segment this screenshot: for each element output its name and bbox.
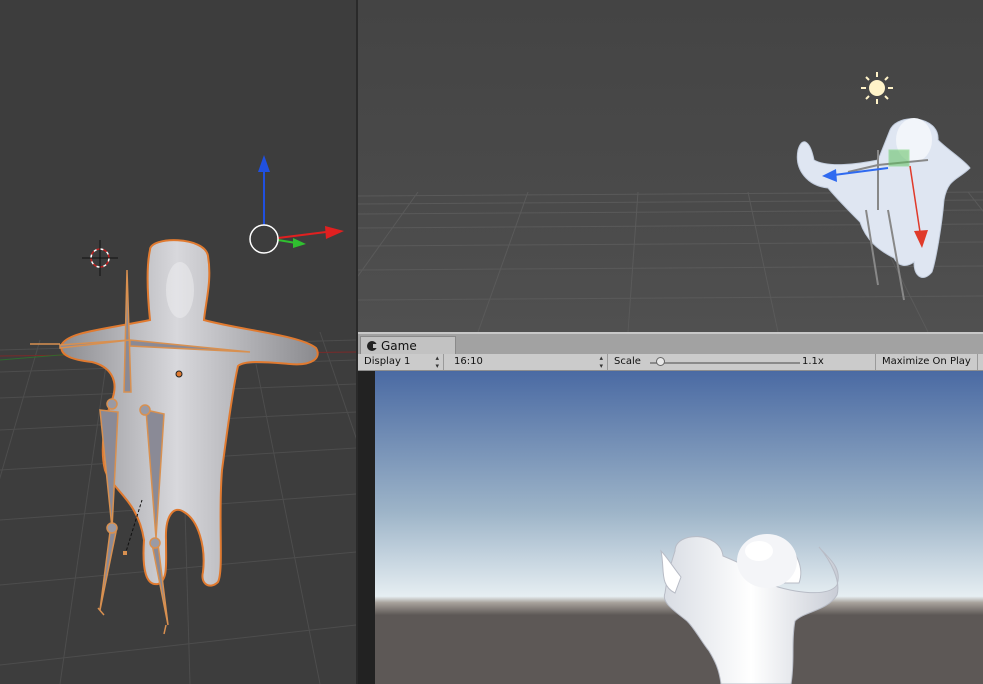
game-render-canvas[interactable]: [375, 371, 983, 684]
display-dropdown-label: Display 1: [364, 356, 411, 367]
maximize-on-play-toggle[interactable]: Maximize On Play: [876, 354, 978, 370]
game-view-letterbox: [358, 371, 375, 684]
skybox: [375, 371, 983, 684]
display-dropdown[interactable]: Display 1 ▴ ▾: [358, 354, 444, 370]
maximize-on-play-label: Maximize On Play: [882, 356, 971, 367]
game-controller-icon: [367, 341, 378, 351]
scene-view[interactable]: [358, 0, 983, 332]
object-origin: [175, 370, 183, 378]
aspect-ratio-dropdown[interactable]: 16:10 ▴ ▾: [448, 354, 608, 370]
scale-slider-track[interactable]: [650, 362, 800, 364]
scale-label: Scale: [614, 356, 641, 367]
dropdown-arrows-icon: ▴ ▾: [599, 354, 603, 370]
game-view-panel: Game Display 1 ▴ ▾ 16:10 ▴ ▾ Scale 1.1x Ma…: [358, 332, 983, 684]
blender-3d-viewport[interactable]: [0, 0, 356, 684]
ik-target[interactable]: [123, 551, 127, 555]
scale-slider-thumb[interactable]: [656, 357, 665, 366]
game-tab-label: Game: [381, 339, 417, 353]
game-render-view[interactable]: [375, 371, 983, 684]
game-tab-bar: Game: [358, 332, 983, 356]
blender-viewport-canvas[interactable]: [0, 0, 356, 684]
game-view-toolbar: Display 1 ▴ ▾ 16:10 ▴ ▾ Scale 1.1x Maximiz…: [358, 354, 983, 371]
game-tab[interactable]: Game: [360, 336, 456, 356]
scene-view-canvas[interactable]: [358, 0, 983, 332]
dropdown-arrows-icon: ▴ ▾: [435, 354, 439, 370]
aspect-ratio-label: 16:10: [454, 356, 483, 367]
scale-value: 1.1x: [802, 356, 824, 367]
